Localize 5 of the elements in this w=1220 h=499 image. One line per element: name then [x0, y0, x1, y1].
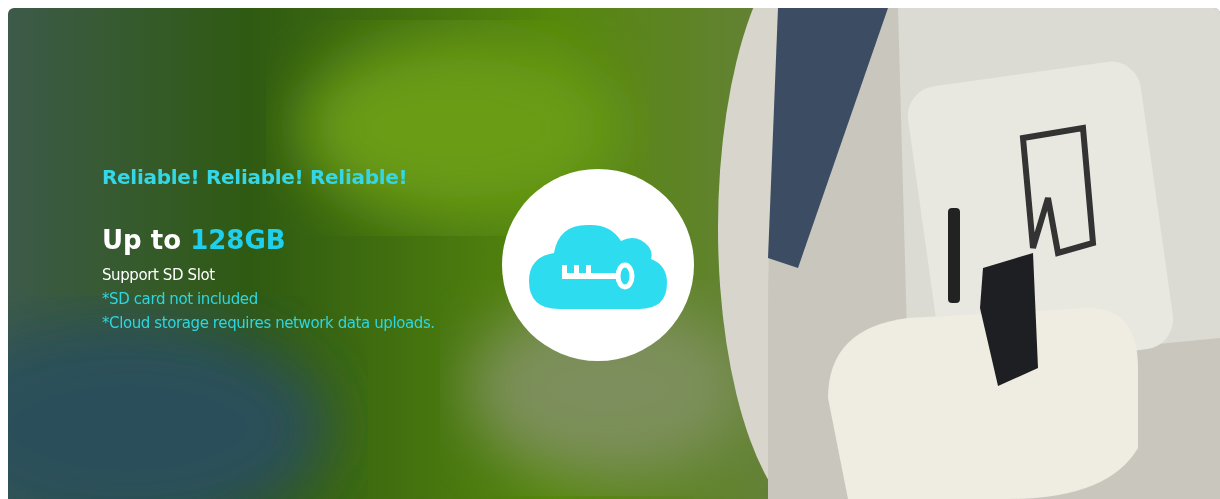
tagline: Reliable! Reliable! Reliable!	[102, 164, 409, 189]
feature-text: Support SD Slot	[102, 264, 216, 286]
footnote: *SD card not included	[102, 288, 259, 310]
footnote: *Cloud storage requires network data uploads.	[102, 312, 436, 334]
headline: Up to 128GB	[102, 224, 287, 255]
